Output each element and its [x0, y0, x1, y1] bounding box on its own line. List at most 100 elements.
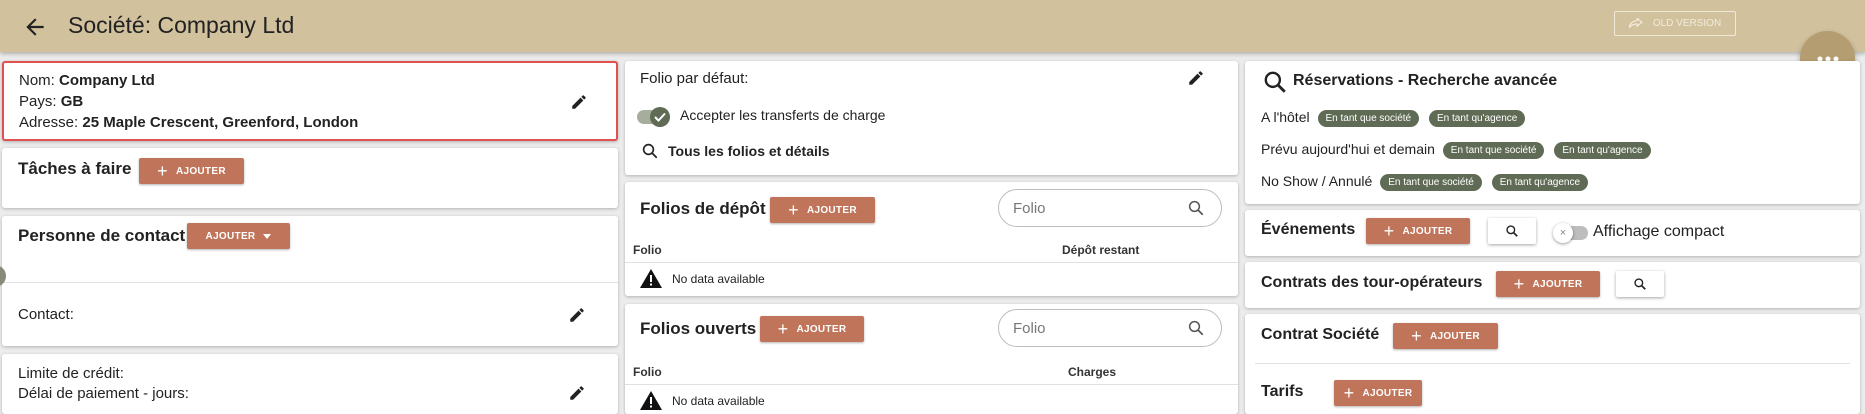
search-icon: [1188, 200, 1204, 216]
reservation-row-noshow: No Show / Annulé En tant que société En …: [1261, 173, 1589, 191]
rates-title: Tarifs: [1261, 383, 1304, 400]
folio-settings-card: Folio par défaut: Accepter les transfert…: [625, 61, 1238, 175]
open-folios-title: Folios ouverts: [640, 319, 757, 338]
events-card: Événements + AJOUTER × Affichage compact: [1245, 210, 1860, 256]
all-folios-label: Tous les folios et détails: [668, 143, 830, 159]
page-title: Société: Company Ltd: [68, 12, 295, 38]
company-contract-title: Contrat Société: [1261, 326, 1380, 343]
as-company-chip[interactable]: En tant que société: [1442, 141, 1545, 159]
plus-icon: +: [157, 161, 168, 181]
plus-icon: +: [1343, 383, 1355, 403]
company-address-value: 25 Maple Crescent, Greenford, London: [82, 114, 359, 131]
accept-transfers-label: Accepter les transferts de charge: [680, 107, 886, 123]
contact-add-label: AJOUTER: [205, 230, 256, 242]
contact-person-title: Personne de contact: [18, 226, 186, 245]
events-add-label: AJOUTER: [1402, 225, 1453, 237]
open-add-label: AJOUTER: [796, 323, 847, 335]
reservations-card: Réservations - Recherche avancée A l'hôt…: [1245, 61, 1860, 204]
as-agency-chip[interactable]: En tant qu'agence: [1429, 109, 1526, 127]
as-agency-chip[interactable]: En tant qu'agence: [1554, 141, 1651, 159]
reservation-row-label: A l'hôtel: [1261, 109, 1310, 125]
tasks-card: Tâches à faire + AJOUTER: [2, 148, 618, 208]
default-folio-label: Folio par défaut:: [640, 70, 749, 87]
tour-contracts-card: Contrats des tour-opérateurs + AJOUTER: [1245, 262, 1860, 308]
plus-icon: +: [1383, 221, 1395, 241]
plus-icon: +: [777, 319, 789, 339]
warning-icon: [640, 269, 662, 288]
open-folios-card: Folios ouverts + AJOUTER Folio Charges N…: [625, 304, 1238, 414]
events-title: Événements: [1261, 221, 1356, 238]
as-agency-chip[interactable]: En tant qu'agence: [1491, 173, 1589, 191]
tasks-add-button[interactable]: + AJOUTER: [139, 158, 244, 184]
compact-view-toggle[interactable]: ×: [1553, 221, 1589, 245]
top-app-bar: Société: Company Ltd OLD VERSION: [0, 0, 1865, 52]
company-name-label: Nom:: [19, 72, 55, 89]
tour-contracts-title: Contrats des tour-opérateurs: [1261, 274, 1483, 291]
search-icon: [1264, 71, 1286, 93]
company-contract-add-label: AJOUTER: [1429, 330, 1480, 342]
plus-icon: +: [788, 200, 799, 220]
tasks-title: Tâches à faire: [18, 159, 132, 178]
reservation-row-label: Prévu aujourd'hui et demain: [1261, 141, 1435, 157]
search-icon: [1506, 225, 1518, 237]
rates-add-label: AJOUTER: [1362, 387, 1413, 399]
share-arrow-icon: [1628, 17, 1643, 28]
rates-add-button[interactable]: + AJOUTER: [1334, 380, 1422, 406]
company-country-row: Pays: GB: [19, 93, 83, 110]
search-icon: [642, 143, 658, 159]
deposit-folio-search[interactable]: [998, 189, 1222, 227]
reservation-row-hotel: A l'hôtel En tant que société En tant qu…: [1261, 109, 1526, 127]
all-folios-link[interactable]: Tous les folios et détails: [641, 141, 941, 163]
edit-folio-settings-pencil-icon[interactable]: [1187, 69, 1205, 87]
reservation-row-expected: Prévu aujourd'hui et demain En tant que …: [1261, 141, 1651, 159]
deposit-folios-add-button[interactable]: + AJOUTER: [770, 197, 875, 223]
reservations-title: Réservations - Recherche avancée: [1293, 72, 1558, 89]
as-company-chip[interactable]: En tant que société: [1317, 109, 1420, 127]
warning-icon: [640, 391, 662, 410]
company-address-row: Adresse: 25 Maple Crescent, Greenford, L…: [19, 114, 358, 131]
payment-delay-label: Délai de paiement - jours:: [18, 385, 189, 402]
contracts-rates-card: Contrat Société + AJOUTER Tarifs + AJOUT…: [1245, 314, 1860, 414]
back-arrow-icon[interactable]: [22, 14, 48, 40]
compact-view-label: Affichage compact: [1593, 223, 1725, 240]
deposit-col-remaining: Dépôt restant: [1062, 243, 1140, 257]
contact-divider: [2, 282, 618, 283]
company-name-value: Company Ltd: [59, 72, 155, 89]
plus-icon: +: [1411, 326, 1422, 346]
contact-person-card: Personne de contact AJOUTER Contact:: [2, 216, 618, 346]
deposit-folios-title: Folios de dépôt: [640, 199, 766, 218]
tour-contracts-add-button[interactable]: + AJOUTER: [1496, 271, 1600, 297]
credit-card: Limite de crédit: Délai de paiement - jo…: [2, 354, 618, 414]
open-folio-search-input[interactable]: [1011, 319, 1171, 338]
plus-icon: +: [1513, 274, 1525, 294]
old-version-label: OLD VERSION: [1652, 18, 1722, 29]
search-icon: [1634, 278, 1646, 290]
accept-transfers-toggle[interactable]: [637, 105, 677, 129]
deposit-table-divider: [625, 262, 1238, 263]
dropdown-caret-icon: [263, 233, 272, 239]
tour-contracts-search-button[interactable]: [1616, 271, 1664, 297]
old-version-button[interactable]: OLD VERSION: [1614, 11, 1736, 36]
open-empty-text: No data available: [672, 394, 765, 408]
deposit-col-folio: Folio: [633, 243, 662, 257]
events-search-button[interactable]: [1488, 218, 1536, 244]
toggle-knob-check-icon: [650, 107, 670, 127]
contact-add-dropdown-button[interactable]: AJOUTER: [187, 223, 290, 249]
events-add-button[interactable]: + AJOUTER: [1366, 218, 1470, 244]
deposit-folios-card: Folios de dépôt + AJOUTER Folio Dépôt re…: [625, 182, 1238, 296]
edit-credit-pencil-icon[interactable]: [568, 384, 586, 402]
open-folio-search[interactable]: [998, 309, 1222, 347]
edit-contact-pencil-icon[interactable]: [568, 306, 586, 324]
company-name-row: Nom: Company Ltd: [19, 72, 155, 89]
company-country-label: Pays:: [19, 93, 57, 110]
as-company-chip[interactable]: En tant que société: [1380, 173, 1482, 191]
open-table-divider: [625, 384, 1238, 385]
deposit-empty-text: No data available: [672, 272, 765, 286]
open-folios-add-button[interactable]: + AJOUTER: [760, 316, 864, 342]
open-col-charges: Charges: [1068, 365, 1117, 379]
tasks-add-label: AJOUTER: [175, 165, 226, 177]
edit-company-pencil-icon[interactable]: [570, 93, 588, 111]
deposit-add-label: AJOUTER: [806, 204, 857, 216]
company-contract-add-button[interactable]: + AJOUTER: [1393, 323, 1498, 349]
deposit-folio-search-input[interactable]: [1011, 199, 1171, 218]
